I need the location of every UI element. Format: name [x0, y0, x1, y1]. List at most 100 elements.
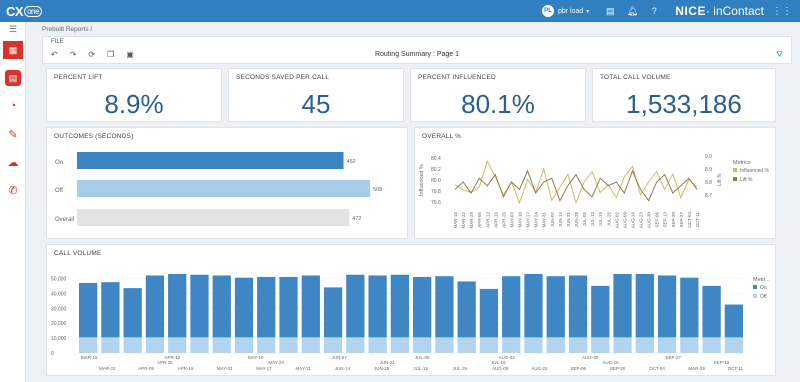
y-tick-label: 30,000 — [51, 306, 67, 312]
x-tick-label: MAR-15 — [81, 355, 98, 360]
legend-label: Influenced % — [740, 168, 769, 174]
bar-off — [724, 337, 743, 353]
bar-off — [257, 337, 276, 353]
bar-on — [568, 275, 588, 338]
outcome-label: On — [55, 160, 63, 166]
cxone-logo[interactable]: CX one — [6, 4, 42, 19]
x-tick-label: MAY-10 — [248, 355, 264, 360]
legend-label: Lift % — [740, 177, 753, 183]
bar-off — [502, 337, 521, 353]
bar-on — [702, 285, 721, 338]
y-tick-label: 40,000 — [51, 291, 67, 297]
kpi-title: PERCENT INFLUENCED — [418, 74, 496, 81]
outcome-bar — [77, 152, 344, 169]
x-tick-label: JUL-19 — [598, 212, 603, 227]
x-tick-label: SEP-13 — [663, 212, 668, 228]
top-bar: CX one PL pbr load ▾ ▤ 🔔︎ ? NICE· inCont… — [0, 0, 800, 22]
bar-off — [568, 337, 588, 353]
x-tick-label: AUG-23 — [531, 366, 548, 371]
outcome-bar — [77, 180, 371, 197]
bar-off — [680, 337, 699, 353]
x-tick-label: MAY-31 — [542, 212, 547, 228]
call-volume-chart: 50,000 40,000 30,000 20,000 10,000 0 MAR-15 APR… — [51, 273, 770, 371]
bar-on — [635, 273, 654, 338]
bar-on — [323, 287, 343, 338]
x-tick-label: AUG-09 — [622, 212, 627, 229]
outcome-value: 472 — [352, 216, 361, 222]
file-menu[interactable]: FILE — [51, 39, 64, 45]
bar-off — [479, 337, 499, 353]
x-tick-label: JUN-21 — [380, 360, 396, 365]
x-tick-label: APR-26 — [501, 212, 506, 228]
reports-icon[interactable]: ▦ — [0, 36, 26, 64]
bar-on — [368, 275, 387, 338]
bar-off — [145, 337, 165, 353]
x-tick-label: AUG-30 — [582, 355, 599, 360]
y-tick-label: 20,000 — [51, 321, 67, 327]
outcome-value: 508 — [373, 187, 382, 193]
y-tick-label: 0 — [51, 351, 54, 357]
y-tick-label: 50,000 — [51, 276, 67, 282]
x-tick-label: JUL-19 — [491, 360, 506, 365]
bar-on — [524, 273, 543, 338]
x-tick-label: SEP-27 — [666, 355, 682, 360]
menu-icon[interactable]: ☰ — [0, 22, 26, 36]
help-icon[interactable]: ? — [643, 6, 665, 16]
chevron-down-icon: ▾ — [586, 8, 590, 15]
x-tick-label: OCT-11 — [695, 212, 700, 228]
bar-off — [457, 337, 476, 353]
filter-icon[interactable]: ⛛ — [776, 50, 783, 60]
breadcrumb[interactable]: Prebuilt Reports / — [42, 26, 92, 33]
user-menu[interactable]: PL pbr load ▾ — [541, 5, 590, 17]
edit-icon[interactable]: ✎ — [0, 120, 26, 148]
x-tick-label: AUG-23 — [639, 212, 644, 229]
outcome-label: Off — [55, 188, 63, 194]
kpi-title: TOTAL CALL VOLUME — [600, 74, 671, 81]
document-icon[interactable]: ▤ — [0, 64, 26, 92]
x-tick-label: OCT-04 — [687, 212, 692, 228]
phone-icon[interactable]: ✆ — [0, 176, 26, 204]
x-tick-label: MAR-29 — [469, 212, 474, 229]
y-tick-label: 10,000 — [51, 336, 67, 342]
sidebar: ☰ ▦ ▤ ◔ ✎ ☁ ✆ — [0, 22, 26, 382]
y-tick-label: 80.2 — [431, 167, 441, 173]
x-tick-label: JUN-28 — [374, 366, 390, 371]
bar-off — [435, 337, 454, 353]
bar-off — [390, 337, 409, 353]
series-line-lift- — [454, 169, 698, 202]
bar-off — [635, 337, 654, 353]
x-tick-label: JUL-12 — [590, 212, 595, 227]
x-tick-label: MAR-22 — [461, 212, 466, 229]
y2-tick-label: 8.9 — [705, 167, 712, 173]
grid-icon[interactable]: ⋮⋮ — [772, 6, 792, 17]
bar-off — [323, 337, 343, 353]
bar-off — [657, 337, 677, 353]
bar-off — [413, 337, 432, 353]
cloud-icon[interactable]: ☁ — [0, 148, 26, 176]
x-tick-label: AUG-09 — [492, 366, 509, 371]
bar-on — [591, 285, 610, 338]
dashboard-gauge-icon[interactable]: ◔ — [0, 92, 26, 120]
kpi-value: 80.1% — [461, 89, 535, 119]
kpi-card-total-call-volume: TOTAL CALL VOLUME 1,533,186 — [592, 68, 776, 122]
report-title: Routing Summary : Page 1 — [374, 51, 460, 58]
x-tick-label: MAR-29 — [688, 366, 705, 371]
bar-off — [546, 337, 565, 353]
chat-icon[interactable]: ▤ — [599, 6, 621, 17]
y2-tick-label: 8.8 — [705, 180, 712, 186]
x-tick-label: MAY-24 — [534, 212, 539, 228]
x-tick-label: APR-19 — [493, 212, 498, 228]
kpi-value: 8.9% — [104, 89, 164, 119]
series-line-influenced- — [454, 159, 698, 205]
bar-on — [168, 273, 187, 338]
x-tick-label: JUN-07 — [550, 212, 555, 228]
bell-icon[interactable]: 🔔︎ — [621, 6, 643, 17]
nice-incontact-brand: NICE· inContact — [675, 4, 764, 18]
bar-off — [301, 337, 320, 353]
bar-on — [257, 276, 276, 338]
outcome-label: Overall — [55, 217, 74, 223]
x-tick-label: OCT-04 — [649, 366, 665, 371]
bar-on — [435, 276, 454, 338]
bar-on — [613, 273, 632, 338]
bar-on — [123, 288, 142, 338]
